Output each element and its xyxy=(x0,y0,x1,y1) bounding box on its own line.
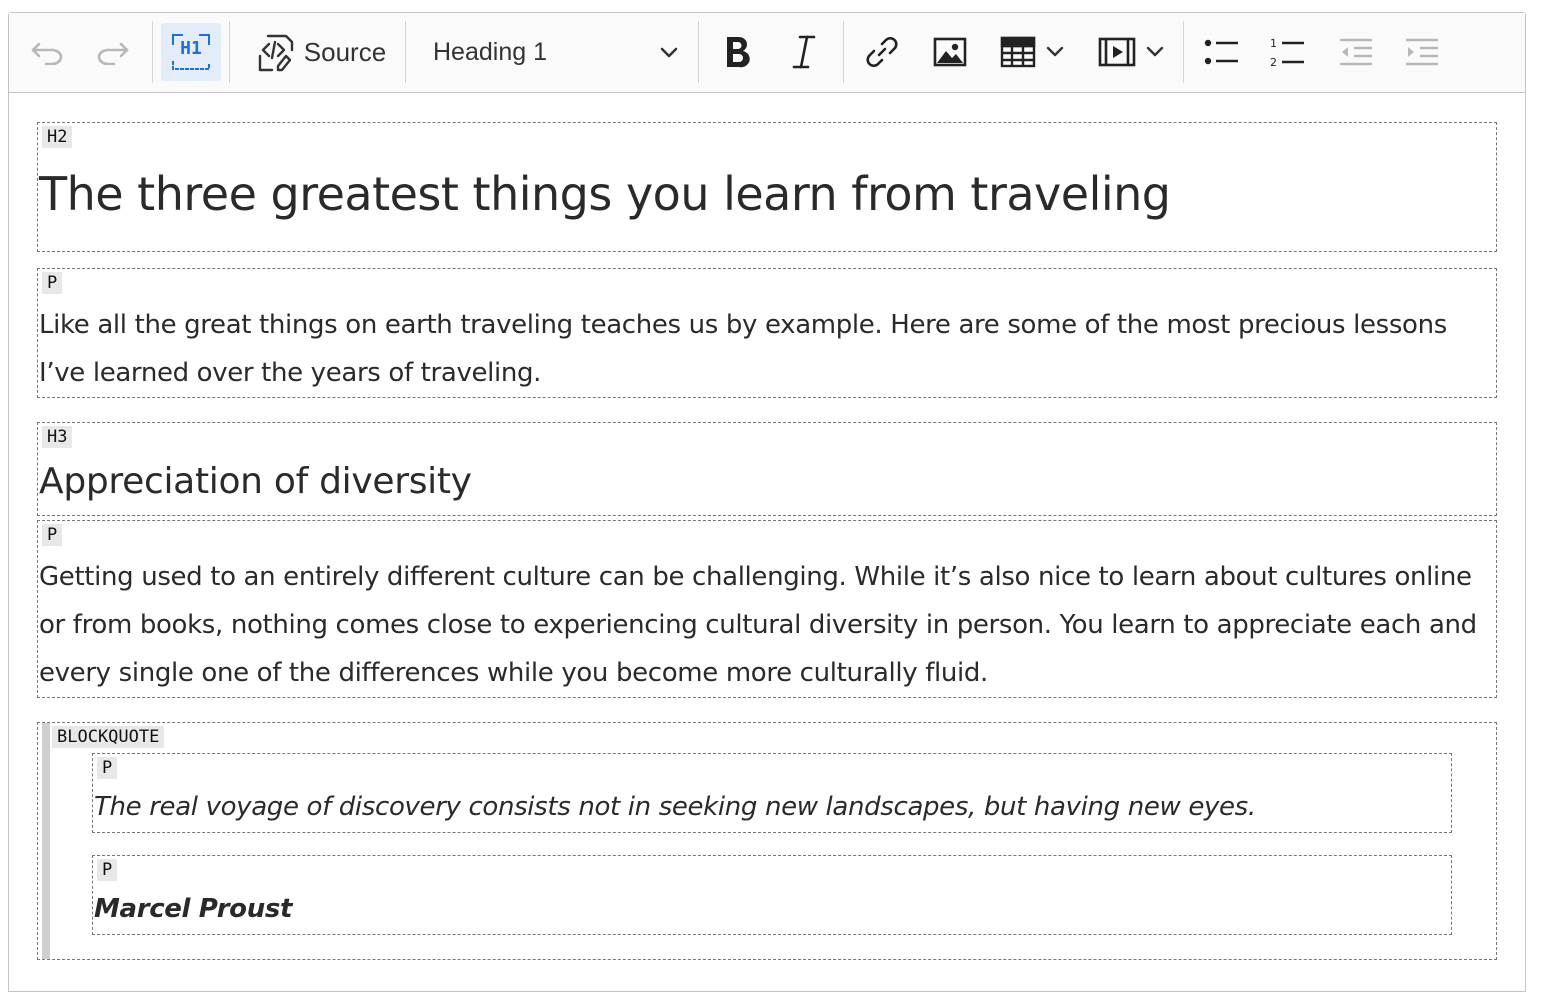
chevron-down-icon xyxy=(1146,46,1164,58)
blockquote-block[interactable]: BLOCKQUOTE P The real voyage of discover… xyxy=(37,722,1497,960)
show-blocks-label: H1 xyxy=(180,38,202,59)
toolbar-separator xyxy=(229,21,230,83)
insert-image-button[interactable] xyxy=(921,23,979,81)
redo-button[interactable] xyxy=(85,23,139,81)
editor-toolbar: H1 Source Heading 1 1 2 xyxy=(9,13,1525,93)
paragraph-text: Like all the great things on earth trave… xyxy=(39,310,1447,388)
source-icon xyxy=(256,30,296,74)
paragraph-text: Getting used to an entirely different cu… xyxy=(39,562,1477,688)
toolbar-separator xyxy=(698,21,699,83)
image-icon xyxy=(933,37,967,67)
indent-icon xyxy=(1404,37,1440,67)
bold-icon xyxy=(723,35,753,69)
insert-table-button[interactable] xyxy=(991,23,1073,81)
numbered-list-button[interactable]: 1 2 xyxy=(1259,23,1317,81)
blockquote-bar xyxy=(42,723,50,959)
block-tag-label: H2 xyxy=(42,126,73,148)
toolbar-separator xyxy=(152,21,153,83)
indent-button[interactable] xyxy=(1393,23,1451,81)
block-tag-label: BLOCKQUOTE xyxy=(52,726,165,748)
redo-icon xyxy=(94,39,130,65)
outdent-icon xyxy=(1338,37,1374,67)
svg-text:2: 2 xyxy=(1270,56,1277,68)
bulleted-list-button[interactable] xyxy=(1193,23,1251,81)
block-tag-label: P xyxy=(97,859,118,881)
italic-button[interactable] xyxy=(775,23,833,81)
toolbar-separator xyxy=(405,21,406,83)
outdent-button[interactable] xyxy=(1327,23,1385,81)
numbered-list-icon: 1 2 xyxy=(1270,36,1306,68)
chevron-down-icon xyxy=(1046,46,1064,58)
block-tag-label: H3 xyxy=(42,426,73,448)
source-label: Source xyxy=(303,36,387,67)
heading-dropdown-value: Heading 1 xyxy=(433,37,547,66)
block-tag-label: P xyxy=(42,524,63,546)
heading-3-block[interactable]: H3 Appreciation of diversity xyxy=(37,422,1497,516)
article-heading: The three greatest things you learn from… xyxy=(39,167,1171,221)
block-tag-label: P xyxy=(97,757,118,779)
quote-author: Marcel Proust xyxy=(94,894,293,924)
toolbar-separator xyxy=(843,21,844,83)
chevron-down-icon xyxy=(659,38,679,67)
undo-button[interactable] xyxy=(21,23,75,81)
show-blocks-button[interactable]: H1 xyxy=(161,23,221,81)
quote-text: The real voyage of discovery consists no… xyxy=(94,792,1256,822)
svg-text:1: 1 xyxy=(1270,37,1277,50)
insert-media-button[interactable] xyxy=(1089,23,1173,81)
italic-icon xyxy=(790,35,818,69)
table-icon xyxy=(1000,36,1036,68)
heading-dropdown[interactable]: Heading 1 xyxy=(419,23,699,81)
quote-paragraph-block[interactable]: P The real voyage of discovery consists … xyxy=(92,753,1452,833)
source-button[interactable]: Source xyxy=(241,23,401,81)
undo-icon xyxy=(30,39,66,65)
paragraph-block[interactable]: P Like all the great things on earth tra… xyxy=(37,268,1497,398)
link-icon xyxy=(866,35,898,69)
link-button[interactable] xyxy=(853,23,911,81)
quote-attribution-block[interactable]: P Marcel Proust xyxy=(92,855,1452,935)
show-blocks-icon: H1 xyxy=(169,32,213,72)
toolbar-separator xyxy=(1183,21,1184,83)
paragraph-block[interactable]: P Getting used to an entirely different … xyxy=(37,520,1497,698)
bulleted-list-icon xyxy=(1204,37,1240,67)
block-tag-label: P xyxy=(42,272,63,294)
bold-button[interactable] xyxy=(709,23,767,81)
heading-2-block[interactable]: H2 The three greatest things you learn f… xyxy=(37,122,1497,252)
rich-text-editor: H1 Source Heading 1 1 2 H2 The three gre… xyxy=(8,12,1526,992)
media-icon xyxy=(1098,37,1136,67)
section-heading: Appreciation of diversity xyxy=(39,461,472,502)
